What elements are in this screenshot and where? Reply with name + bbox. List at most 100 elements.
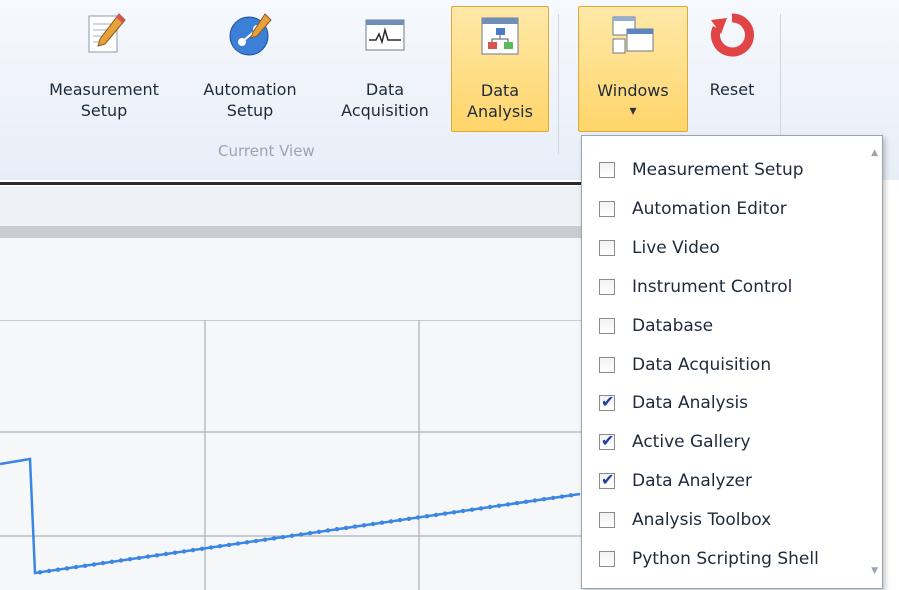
data-point [568,493,574,498]
windows-menu-item-label: Automation Editor [632,198,787,219]
checkbox[interactable] [599,162,615,178]
ribbon-separator [558,14,559,154]
waveform-window-icon [365,19,405,51]
reset-refresh-icon [711,13,754,57]
data-point [487,504,493,510]
data-point [298,532,304,537]
data-series-line [0,457,581,575]
data-point [442,511,448,516]
windows-menu-item[interactable]: Instrument Control [582,269,862,307]
data-point [424,514,430,519]
document-tab-strip [0,186,582,226]
automation-setup-label: Automation Setup [203,80,297,120]
data-point [208,545,214,550]
checkbox[interactable] [599,356,615,373]
data-point [262,537,268,542]
data-point [514,500,520,506]
data-point [244,540,250,545]
measurement-setup-button[interactable]: Measurement Setup [30,6,178,132]
dropdown-arrow-icon: ▾ [629,103,637,119]
windows-menu-item-label: Data Analysis [632,393,749,414]
checkbox[interactable]: ✔ [599,392,615,412]
checkmark-icon: ✔ [601,431,615,451]
scroll-down-arrow-icon[interactable]: ▼ [871,566,878,576]
data-point [145,554,151,559]
data-point [217,544,223,549]
data-point [154,553,160,558]
windows-menu-item-label: Instrument Control [632,276,793,297]
data-acquisition-label: Data Acquisition [341,80,429,120]
data-point [523,499,529,504]
checkbox[interactable] [599,317,615,334]
windows-menu-item[interactable]: Live Video [582,230,862,268]
automation-setup-button[interactable]: Automation Setup [184,6,316,132]
windows-dropdown-menu: ▲ ▼ Measurement Setup Automation Editor Li… [581,135,883,589]
windows-menu-item-label: Database [632,315,714,336]
windows-menu-item[interactable]: Analysis Toolbox [582,502,862,540]
data-point [406,516,412,521]
windows-menu-item[interactable]: Python Scripting Shell [582,541,862,579]
data-point [235,541,241,546]
checkmark-icon: ✔ [601,392,615,412]
data-point [190,547,196,553]
data-point [118,558,124,563]
data-point [226,542,232,548]
windows-menu-item[interactable]: ✔ Active Gallery [582,424,862,462]
windows-menu-item-label: Python Scripting Shell [632,549,819,569]
measurement-setup-label: Measurement Setup [49,80,159,120]
data-point [550,495,556,501]
data-point [271,536,277,541]
data-point [478,506,484,511]
checkbox[interactable] [599,551,615,567]
windows-menu-item[interactable]: ✔ Data Analyzer [582,463,862,501]
automation-globe-icon [229,13,272,56]
windows-menu-item[interactable]: Automation Editor [582,191,862,229]
windows-menu-item[interactable]: Measurement Setup [582,152,862,190]
data-point [127,557,133,562]
checkbox[interactable]: ✔ [599,470,615,490]
data-point [352,524,358,529]
data-point [532,498,538,503]
data-point [379,520,385,525]
checkbox[interactable] [599,200,615,217]
windows-label: Windows [597,81,669,100]
data-point [451,510,457,515]
windows-menu-item[interactable]: Database [582,308,862,346]
data-point [370,521,376,527]
data-point [181,549,187,554]
data-point [496,503,502,508]
data-point [172,550,178,555]
analysis-window-icon [481,17,519,55]
data-point [280,534,286,540]
scroll-up-arrow-icon[interactable]: ▲ [871,148,878,158]
windows-menu-item-label: Data Acquisition [632,354,772,375]
windows-menu-item-label: Measurement Setup [632,160,804,180]
windows-menu-item-label: Live Video [632,237,720,258]
notepad-pencil-icon [88,13,126,53]
windows-button[interactable]: Windows ▾ [578,6,688,132]
data-analysis-button[interactable]: Data Analysis [451,6,549,132]
data-point [541,497,547,502]
data-point [469,507,475,512]
data-point [397,517,403,523]
data-point [46,568,52,574]
ribbon-border [0,182,582,185]
checkbox[interactable]: ✔ [599,431,615,451]
data-acquisition-button[interactable]: Data Acquisition [325,6,445,132]
data-point [316,529,322,534]
windows-menu-item[interactable]: ✔ Data Analysis [582,385,862,423]
data-point [388,519,394,524]
checkbox[interactable] [599,512,615,529]
panel-splitter[interactable] [0,226,582,238]
data-point [505,502,511,507]
data-point [82,563,88,568]
windows-menu-item-label: Analysis Toolbox [632,510,772,531]
data-point [433,512,439,518]
checkbox[interactable] [599,239,615,256]
data-point [109,559,115,564]
windows-menu-item[interactable]: Data Acquisition [582,347,862,385]
data-point [289,533,295,538]
data-point [91,562,97,567]
reset-button[interactable]: Reset [692,6,772,132]
checkbox[interactable] [599,278,615,295]
